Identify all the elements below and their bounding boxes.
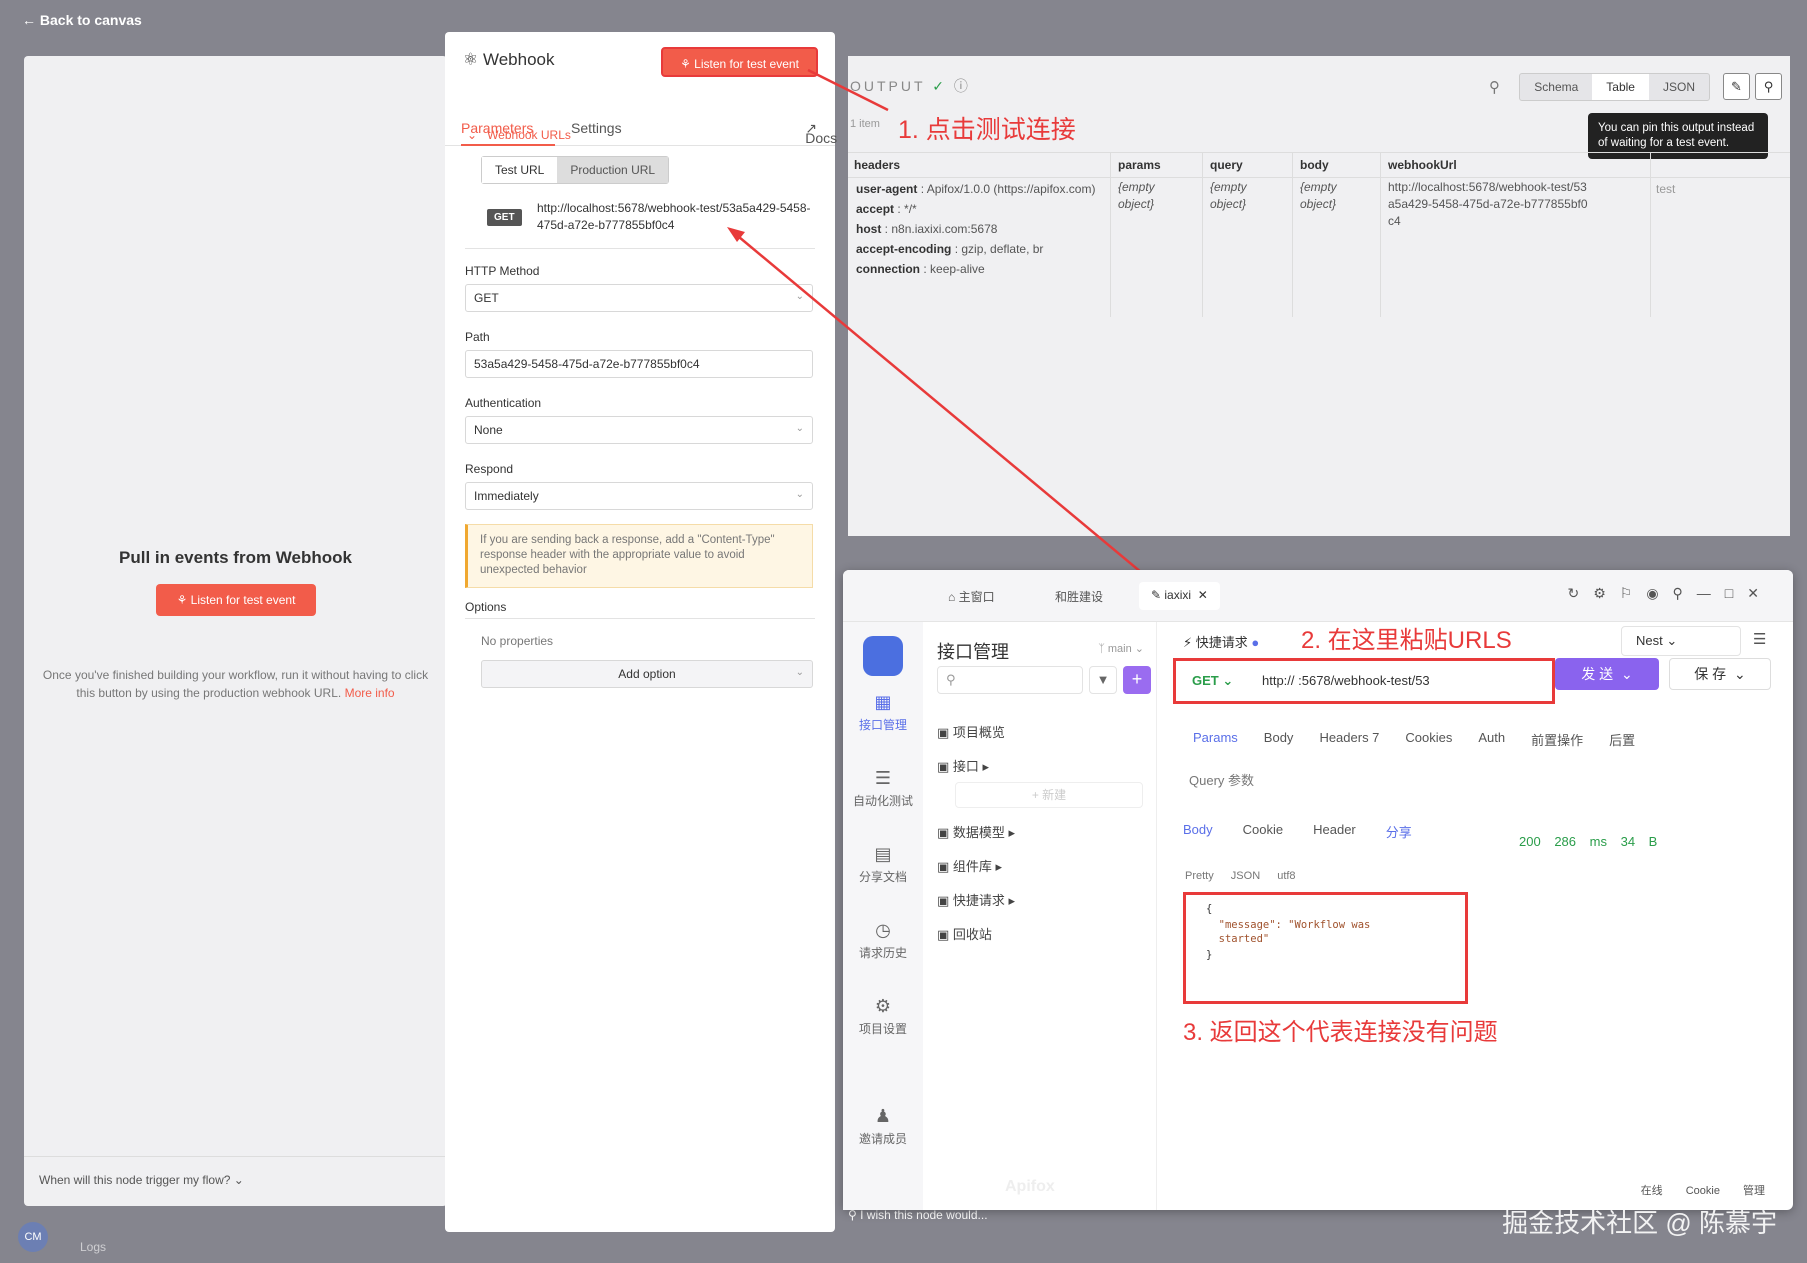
req-tab-pre[interactable]: 前置操作 <box>1531 730 1583 749</box>
api-tree: 接口管理 ᛉ main ⌄ ⚲ ▼ + ▣ 项目概览 ▣ 接口 ▸ + 新建 ▣… <box>925 622 1157 1210</box>
tab-main-label: 主窗口 <box>958 590 995 604</box>
resp-tab-share[interactable]: 分享 <box>1386 822 1412 841</box>
branch-select[interactable]: ᛉ main ⌄ <box>1098 642 1144 655</box>
save-label: 保 存 <box>1694 666 1727 682</box>
tree-model-label: 数据模型 <box>952 825 1005 840</box>
sidebar-history-label: 请求历史 <box>858 946 907 960</box>
settings-icon: ⚙ <box>874 996 892 1016</box>
req-tab-post[interactable]: 后置 <box>1609 730 1635 749</box>
save-button[interactable]: 保 存 ⌄ <box>1669 658 1771 690</box>
request-tabs: Params Body Headers 7 Cookies Auth 前置操作 … <box>1193 730 1635 749</box>
search-icon: ⚲ <box>946 672 956 687</box>
annotation-step3: 3. 返回这个代表连接没有问题 <box>1183 1019 1498 1046</box>
add-button[interactable]: + <box>1123 666 1151 694</box>
tree-overview[interactable]: ▣ 项目概览 <box>937 722 1005 741</box>
tree-trash-label: 回收站 <box>952 927 992 942</box>
sidebar-invite-label: 邀请成员 <box>858 1132 907 1146</box>
tree-model[interactable]: ▣ 数据模型 ▸ <box>937 822 1015 841</box>
resp-tab-body[interactable]: Body <box>1183 822 1213 841</box>
code-line-1: { <box>1206 903 1213 915</box>
method-select[interactable]: GET ⌄ <box>1192 673 1233 689</box>
sidebar-settings-label: 项目设置 <box>858 1022 907 1036</box>
tree-api-label: 接口 <box>952 759 979 774</box>
env-label: Nest <box>1636 633 1663 648</box>
tree-trash[interactable]: ▣ 回收站 <box>937 924 992 943</box>
req-tab-headers[interactable]: Headers 7 <box>1319 730 1379 749</box>
tab-iaxixi-label: iaxixi <box>1164 588 1192 602</box>
sidebar-api[interactable]: ▦ 接口管理 <box>843 692 923 733</box>
tree-components-label: 组件库 <box>952 859 992 874</box>
tree-quick[interactable]: ▣ 快捷请求 ▸ <box>937 890 1015 909</box>
apifox-window: ⌂ 主窗口 和胜建设 ✎ iaxixi ✕ ↻⚙⚐◉⚲—□✕ ▦ 接口管理 ☰ 自动… <box>843 570 1793 1210</box>
sidebar-autotest-label: 自动化测试 <box>852 794 913 808</box>
apifox-sidebar: ▦ 接口管理 ☰ 自动化测试 ▤ 分享文档 ◷ 请求历史 ⚙ 项目设置 ♟ 邀请成员 <box>843 622 923 1210</box>
req-tab-body[interactable]: Body <box>1264 730 1294 749</box>
format-bar: Pretty JSON utf8 <box>1185 870 1296 882</box>
req-tab-params[interactable]: Params <box>1193 730 1238 749</box>
tree-api[interactable]: ▣ 接口 ▸ <box>937 756 989 775</box>
autotest-icon: ☰ <box>874 768 892 788</box>
tab-main[interactable]: ⌂ 主窗口 <box>948 588 995 605</box>
arrow-to-listen <box>807 68 889 112</box>
cookie-manager[interactable]: Cookie 管理 <box>1686 1185 1765 1197</box>
new-button[interactable]: + 新建 <box>955 782 1143 808</box>
code-line-4: } <box>1206 949 1213 961</box>
sidebar-api-label: 接口管理 <box>858 718 907 732</box>
quick-request-label: 快捷请求 <box>1195 635 1248 650</box>
project-logo[interactable] <box>863 636 903 676</box>
response-highlight: { "message": "Workflow was started" } <box>1183 892 1468 1004</box>
apifox-footer: 在线 Cookie 管理 <box>1641 1182 1765 1198</box>
status-code: 200 <box>1519 834 1541 849</box>
sidebar-share-label: 分享文档 <box>858 870 907 884</box>
response-time: 286 ms <box>1554 834 1607 849</box>
code-line-3: started" <box>1206 933 1270 945</box>
sidebar-history[interactable]: ◷ 请求历史 <box>843 920 923 961</box>
watermark: 掘金技术社区 @ 陈慕宇 <box>1502 1208 1777 1238</box>
resp-tab-cookie[interactable]: Cookie <box>1243 822 1283 841</box>
req-tab-cookies[interactable]: Cookies <box>1405 730 1452 749</box>
sidebar-autotest[interactable]: ☰ 自动化测试 <box>843 768 923 809</box>
format-encoding[interactable]: utf8 <box>1277 870 1295 882</box>
apifox-titlebar: ⌂ 主窗口 和胜建设 ✎ iaxixi ✕ ↻⚙⚐◉⚲—□✕ <box>843 570 1793 622</box>
response-meta: 200 286 ms 34 B <box>1519 834 1657 849</box>
invite-icon: ♟ <box>874 1106 892 1126</box>
tree-overview-label: 项目概览 <box>952 725 1005 740</box>
send-button[interactable]: 发 送 ⌄ <box>1555 658 1659 690</box>
api-icon: ▦ <box>874 692 892 712</box>
sidebar-settings[interactable]: ⚙ 项目设置 <box>843 996 923 1037</box>
resp-tab-header[interactable]: Header <box>1313 822 1356 841</box>
tree-components[interactable]: ▣ 组件库 ▸ <box>937 856 1002 875</box>
tab-hesheng[interactable]: 和胜建设 <box>1055 588 1103 605</box>
annotation-step2: 2. 在这里粘贴URLS <box>1301 627 1512 654</box>
tree-search[interactable]: ⚲ <box>937 666 1083 694</box>
online-status[interactable]: 在线 <box>1641 1185 1663 1197</box>
tree-title: 接口管理 <box>937 642 1009 662</box>
env-select[interactable]: Nest ⌄ <box>1621 626 1741 656</box>
send-label: 发 送 <box>1581 666 1614 682</box>
format-pretty[interactable]: Pretty <box>1185 870 1214 882</box>
req-tab-auth[interactable]: Auth <box>1478 730 1505 749</box>
history-icon: ◷ <box>875 920 891 940</box>
method-label: GET <box>1192 673 1219 688</box>
apifox-brand: Apifox <box>1005 1178 1055 1195</box>
menu-icon[interactable]: ☰ <box>1753 630 1766 648</box>
response-tabs: Body Cookie Header 分享 <box>1183 822 1412 841</box>
sidebar-share[interactable]: ▤ 分享文档 <box>843 844 923 885</box>
query-label: Query 参数 <box>1189 773 1255 788</box>
code-line-2: "message": "Workflow was <box>1206 919 1371 931</box>
filter-icon[interactable]: ▼ <box>1089 666 1117 694</box>
request-bar-highlight: GET ⌄ http:// :5678/webhook-test/53 <box>1173 658 1555 704</box>
response-size: 34 B <box>1620 834 1658 849</box>
share-doc-icon: ▤ <box>874 844 892 864</box>
format-json[interactable]: JSON <box>1231 870 1260 882</box>
window-controls[interactable]: ↻⚙⚐◉⚲—□✕ <box>1568 585 1774 602</box>
tab-iaxixi[interactable]: ✎ iaxixi ✕ <box>1139 582 1220 610</box>
branch-label: main <box>1107 643 1132 655</box>
url-input[interactable]: http:// :5678/webhook-test/53 <box>1262 673 1430 688</box>
quick-request-tab[interactable]: ⚡ 快捷请求 ● <box>1183 632 1259 651</box>
sidebar-invite[interactable]: ♟ 邀请成员 <box>843 1106 923 1147</box>
tree-quick-label: 快捷请求 <box>952 893 1005 908</box>
